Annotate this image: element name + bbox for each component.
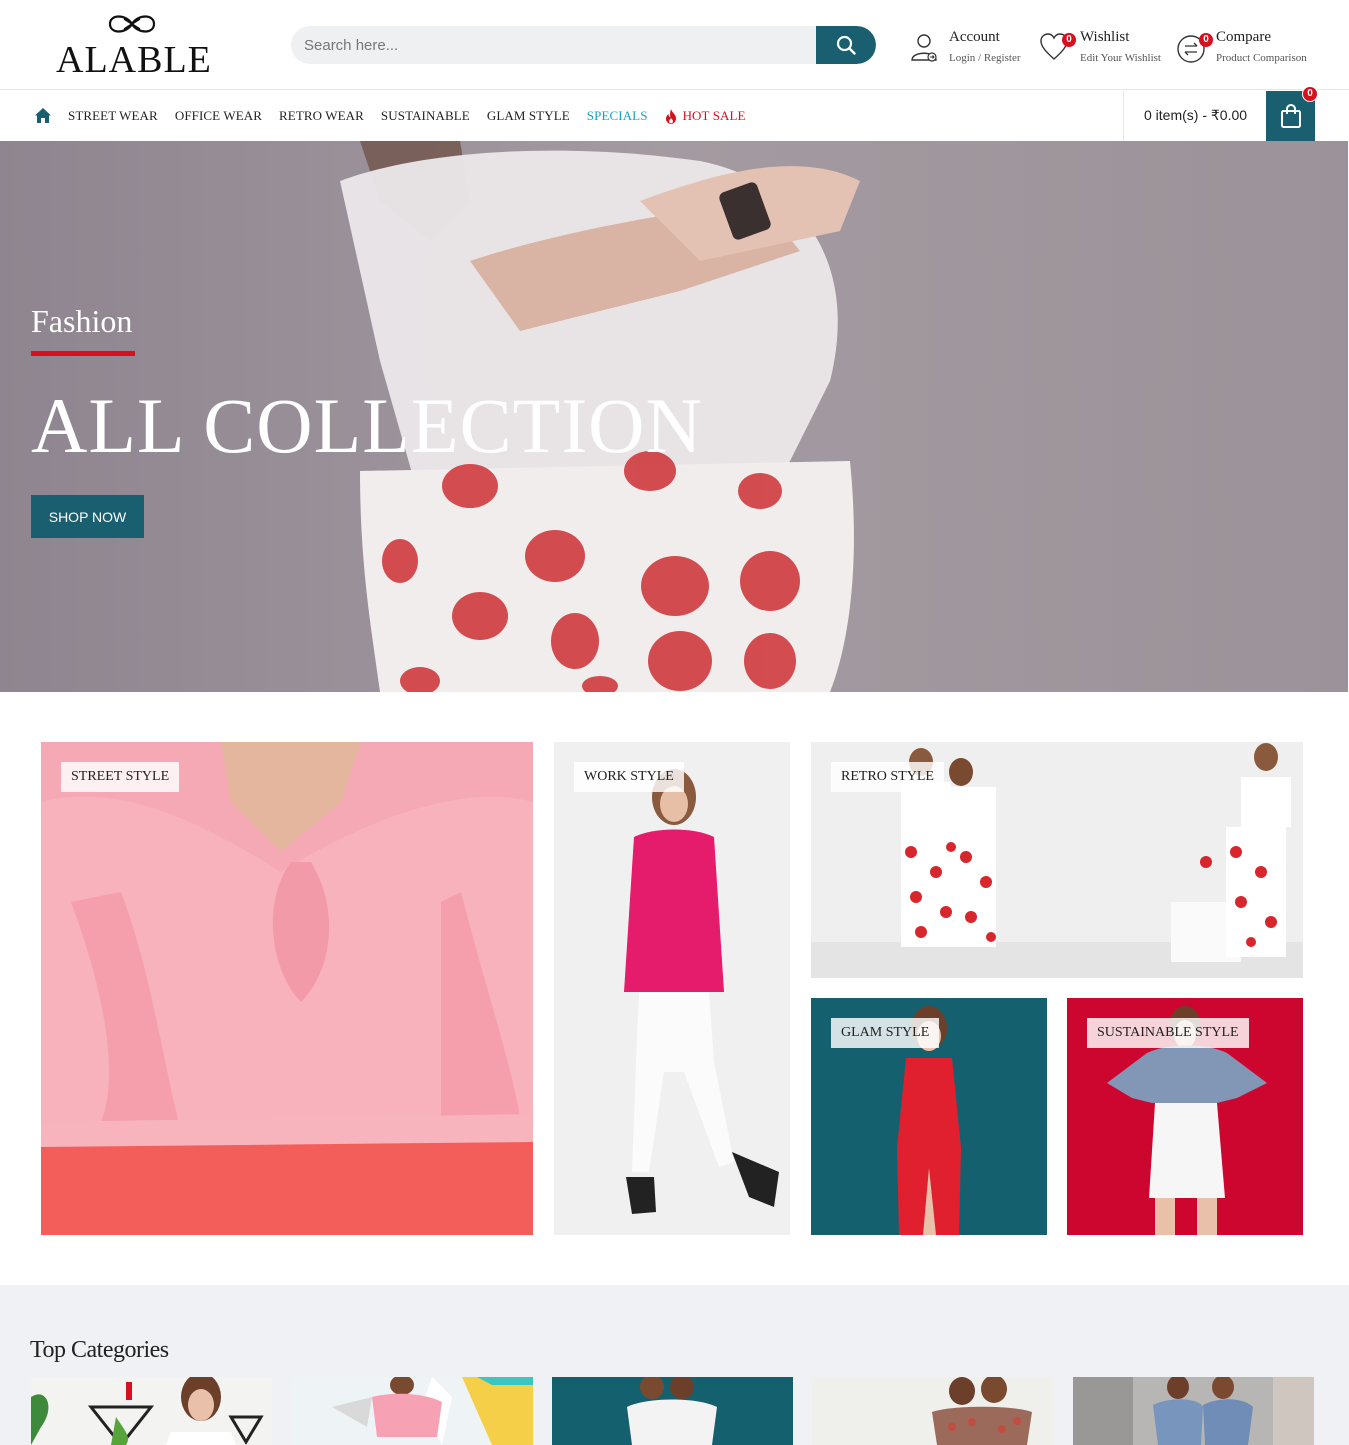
nav-item-specials[interactable]: SPECIALS <box>587 108 648 124</box>
top-categories-section: Top Categories <box>0 1285 1349 1445</box>
banner-label: SUSTAINABLE STYLE <box>1087 1018 1249 1048</box>
banner-label: STREET STYLE <box>61 762 180 792</box>
hero-slider: Fashion ALL COLLECTION SHOP NOW <box>0 141 1348 692</box>
logo[interactable]: ALABLE <box>56 10 211 82</box>
shop-now-button[interactable]: SHOP NOW <box>31 495 144 538</box>
compare-count-badge: 0 <box>1199 33 1213 47</box>
hero-underline <box>31 351 135 356</box>
category-card[interactable] <box>812 1377 1053 1445</box>
work-style-image <box>554 742 790 1235</box>
banner-sustainable-style[interactable]: SUSTAINABLE STYLE <box>1067 998 1303 1235</box>
nav-item-street-wear[interactable]: STREET WEAR <box>68 108 158 124</box>
home-icon[interactable] <box>34 107 52 125</box>
category-image <box>292 1377 533 1445</box>
account-link[interactable]: Account Login / Register <box>910 27 1030 67</box>
banner-retro-style[interactable]: RETRO STYLE <box>811 742 1303 978</box>
compare-link[interactable]: 0 Compare Product Comparison <box>1176 27 1316 67</box>
hot-sale-label: HOT SALE <box>682 108 746 123</box>
nav-item-sustainable[interactable]: SUSTAINABLE <box>381 108 470 124</box>
category-card[interactable] <box>1073 1377 1314 1445</box>
category-card[interactable] <box>31 1377 272 1445</box>
search-bar <box>291 26 876 64</box>
infinity-logo-icon <box>108 15 156 33</box>
nav-item-office-wear[interactable]: OFFICE WEAR <box>175 108 262 124</box>
category-card[interactable] <box>552 1377 793 1445</box>
wishlist-title: Wishlist <box>1080 29 1130 45</box>
site-header: ALABLE Account Login / Register 0 Wishli… <box>0 0 1349 90</box>
banner-street-style[interactable]: STREET STYLE <box>41 742 533 1235</box>
search-button[interactable] <box>816 26 876 64</box>
account-title: Account <box>949 29 1000 45</box>
search-icon <box>836 35 856 55</box>
hero-subtitle: Fashion <box>31 303 133 339</box>
main-nav: STREET WEAR OFFICE WEAR RETRO WEAR SUSTA… <box>0 86 1349 141</box>
nav-item-glam-style[interactable]: GLAM STYLE <box>487 108 570 124</box>
logo-text: ALABLE <box>56 39 212 81</box>
category-card[interactable] <box>292 1377 533 1445</box>
cart-summary[interactable]: 0 item(s) - ₹0.00 0 <box>1123 86 1318 141</box>
compare-title: Compare <box>1216 29 1271 45</box>
banner-work-style[interactable]: WORK STYLE <box>554 742 790 1235</box>
account-icon <box>911 34 937 62</box>
street-style-image <box>41 742 533 1235</box>
banner-glam-style[interactable]: GLAM STYLE <box>811 998 1047 1235</box>
banner-label: WORK STYLE <box>574 762 684 792</box>
category-image <box>1073 1377 1314 1445</box>
banner-label: GLAM STYLE <box>831 1018 940 1048</box>
banner-label: RETRO STYLE <box>831 762 944 792</box>
account-subtitle: Login / Register <box>949 52 1021 64</box>
wishlist-count-badge: 0 <box>1062 33 1076 47</box>
category-image <box>31 1377 272 1445</box>
wishlist-link[interactable]: 0 Wishlist Edit Your Wishlist <box>1039 27 1164 67</box>
search-input[interactable] <box>291 26 816 64</box>
cart-total-text: 0 item(s) - ₹0.00 <box>1144 107 1248 123</box>
compare-subtitle: Product Comparison <box>1216 52 1307 64</box>
section-heading: Top Categories <box>30 1337 169 1363</box>
hero-title: ALL COLLECTION <box>31 382 703 469</box>
category-image <box>552 1377 793 1445</box>
fire-icon <box>665 108 676 124</box>
shopping-bag-icon <box>1280 104 1301 128</box>
nav-menu: STREET WEAR OFFICE WEAR RETRO WEAR SUSTA… <box>68 91 746 141</box>
category-image <box>812 1377 1053 1445</box>
nav-item-hot-sale[interactable]: HOT SALE <box>665 108 746 124</box>
cart-count-badge: 0 <box>1302 86 1318 102</box>
nav-item-retro-wear[interactable]: RETRO WEAR <box>279 108 364 124</box>
wishlist-subtitle: Edit Your Wishlist <box>1080 52 1161 64</box>
